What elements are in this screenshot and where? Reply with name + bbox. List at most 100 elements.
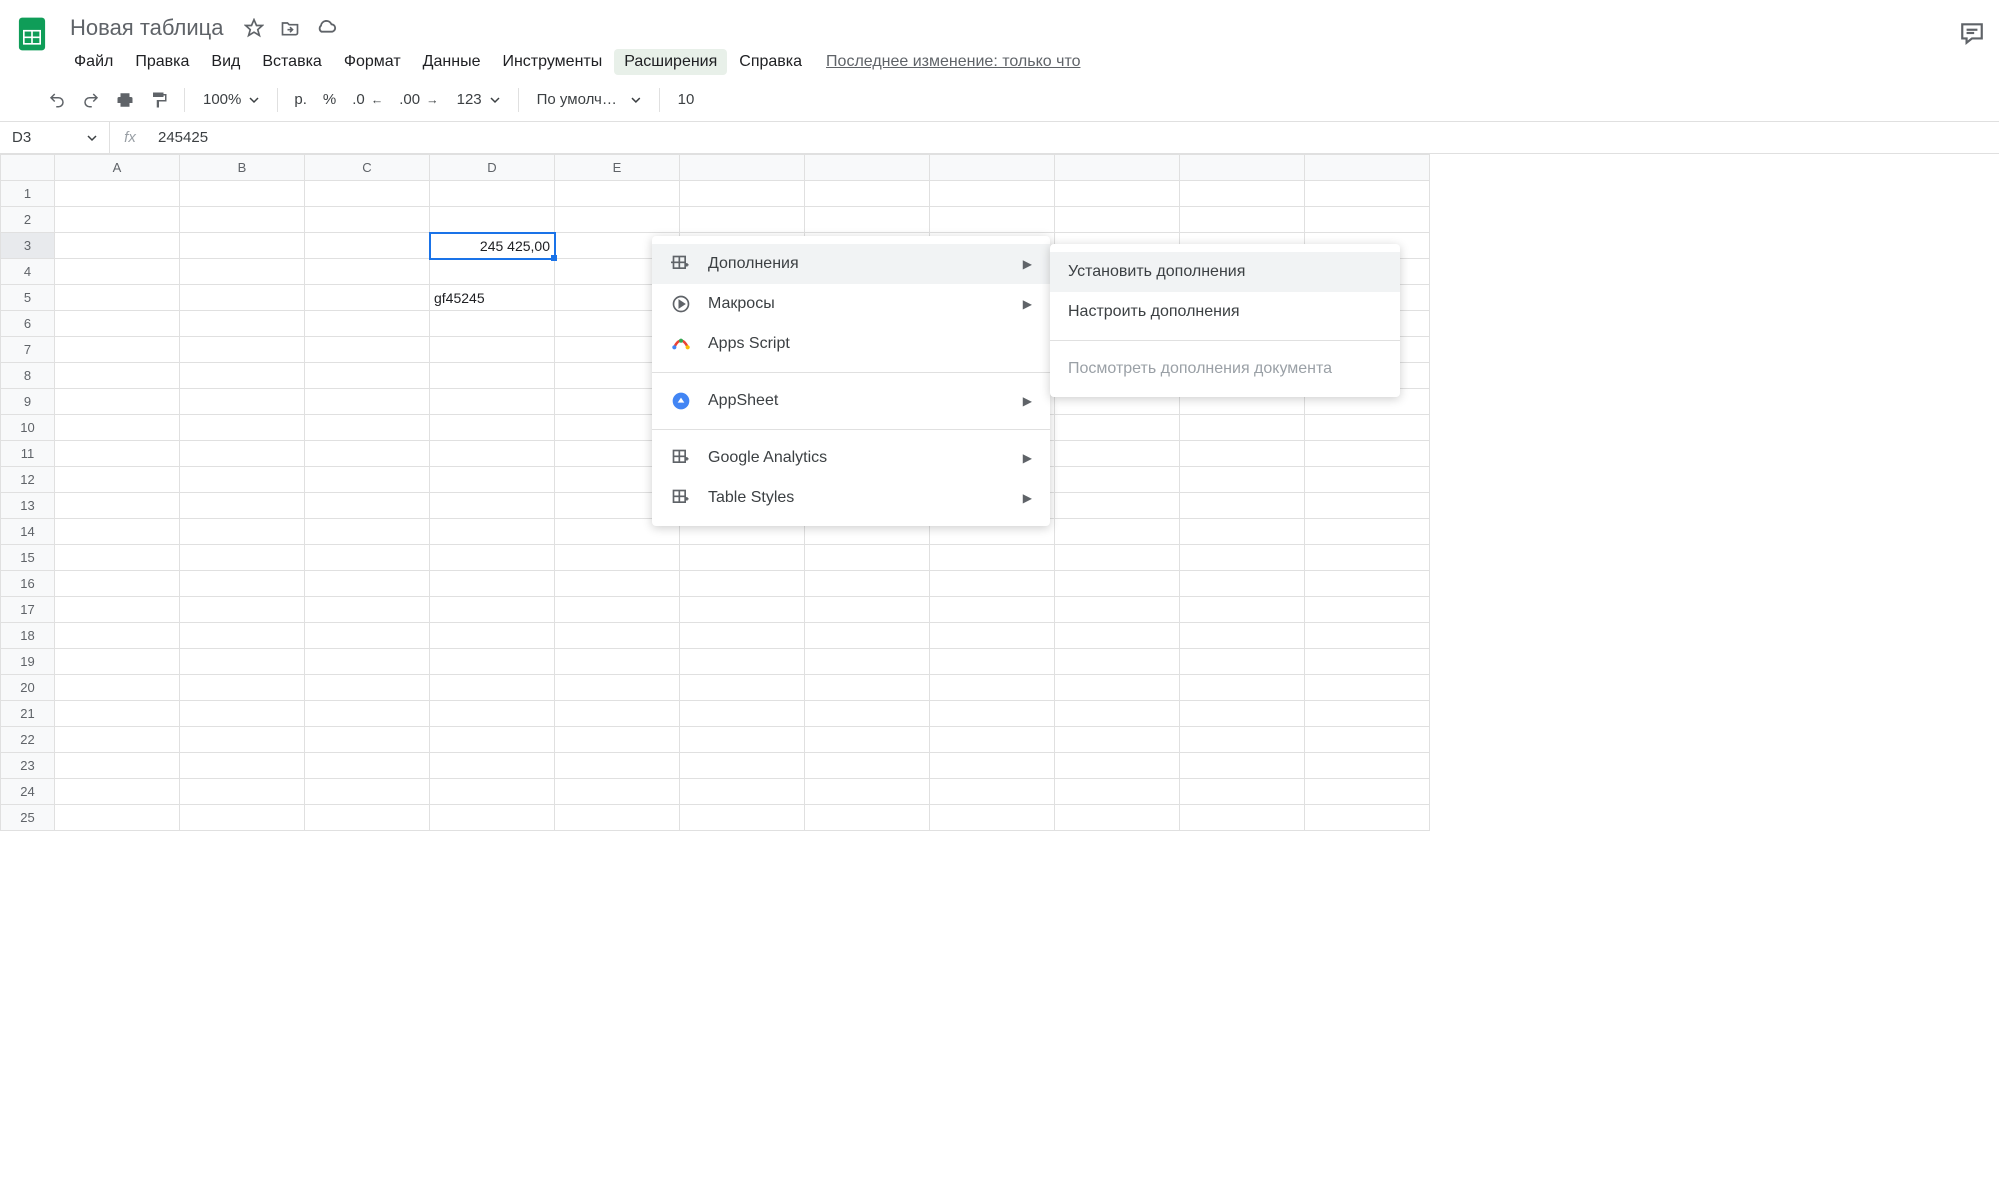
cell-D9[interactable]	[430, 389, 555, 415]
cell-D6[interactable]	[430, 311, 555, 337]
number-format-dropdown[interactable]: 123	[449, 91, 508, 108]
col-header-A[interactable]: A	[55, 155, 180, 181]
cell-A17[interactable]	[55, 597, 180, 623]
undo-button[interactable]	[42, 85, 72, 115]
cell-B11[interactable]	[180, 441, 305, 467]
cell-22[interactable]	[1305, 727, 1430, 753]
cell-21[interactable]	[1180, 701, 1305, 727]
cloud-icon[interactable]	[315, 17, 337, 39]
doc-title[interactable]: Новая таблица	[64, 13, 229, 43]
cell-16[interactable]	[1305, 571, 1430, 597]
cell-A15[interactable]	[55, 545, 180, 571]
cell-D1[interactable]	[430, 181, 555, 207]
cell-A5[interactable]	[55, 285, 180, 311]
cell-C22[interactable]	[305, 727, 430, 753]
cell-A8[interactable]	[55, 363, 180, 389]
cell-2[interactable]	[805, 207, 930, 233]
cell-22[interactable]	[930, 727, 1055, 753]
cell-D18[interactable]	[430, 623, 555, 649]
cell-A7[interactable]	[55, 337, 180, 363]
cell-19[interactable]	[1180, 649, 1305, 675]
cell-D25[interactable]	[430, 805, 555, 831]
cell-24[interactable]	[1305, 779, 1430, 805]
percent-format-button[interactable]: %	[317, 91, 342, 108]
cell-1[interactable]	[680, 181, 805, 207]
cell-19[interactable]	[1305, 649, 1430, 675]
row-header-11[interactable]: 11	[1, 441, 55, 467]
cell-E17[interactable]	[555, 597, 680, 623]
cell-A6[interactable]	[55, 311, 180, 337]
row-header-15[interactable]: 15	[1, 545, 55, 571]
cell-A10[interactable]	[55, 415, 180, 441]
menu-расширения[interactable]: Расширения	[614, 49, 727, 75]
cell-13[interactable]	[1180, 493, 1305, 519]
cell-18[interactable]	[1305, 623, 1430, 649]
cell-B20[interactable]	[180, 675, 305, 701]
menu-справка[interactable]: Справка	[729, 49, 812, 75]
cell-24[interactable]	[680, 779, 805, 805]
cell-A13[interactable]	[55, 493, 180, 519]
cell-D21[interactable]	[430, 701, 555, 727]
cell-D7[interactable]	[430, 337, 555, 363]
cell-C1[interactable]	[305, 181, 430, 207]
cell-C8[interactable]	[305, 363, 430, 389]
cell-A4[interactable]	[55, 259, 180, 285]
cell-B13[interactable]	[180, 493, 305, 519]
menu-item-apps-script[interactable]: Apps Script	[652, 324, 1050, 364]
cell-10[interactable]	[1180, 415, 1305, 441]
cell-16[interactable]	[680, 571, 805, 597]
cell-A21[interactable]	[55, 701, 180, 727]
row-header-2[interactable]: 2	[1, 207, 55, 233]
cell-C9[interactable]	[305, 389, 430, 415]
cell-21[interactable]	[1055, 701, 1180, 727]
select-all-corner[interactable]	[1, 155, 55, 181]
cell-D16[interactable]	[430, 571, 555, 597]
col-header-C[interactable]: C	[305, 155, 430, 181]
cell-A23[interactable]	[55, 753, 180, 779]
cell-23[interactable]	[1305, 753, 1430, 779]
cell-16[interactable]	[930, 571, 1055, 597]
cell-A1[interactable]	[55, 181, 180, 207]
cell-24[interactable]	[1180, 779, 1305, 805]
cell-B23[interactable]	[180, 753, 305, 779]
star-icon[interactable]	[243, 17, 265, 39]
cell-22[interactable]	[680, 727, 805, 753]
cell-A20[interactable]	[55, 675, 180, 701]
cell-A18[interactable]	[55, 623, 180, 649]
zoom-dropdown[interactable]: 100%	[195, 91, 267, 108]
cell-C21[interactable]	[305, 701, 430, 727]
cell-B10[interactable]	[180, 415, 305, 441]
menu-item-appsheet[interactable]: AppSheet▶	[652, 381, 1050, 421]
cell-25[interactable]	[680, 805, 805, 831]
cell-21[interactable]	[680, 701, 805, 727]
cell-D2[interactable]	[430, 207, 555, 233]
sheets-logo[interactable]	[12, 14, 52, 54]
cell-13[interactable]	[1305, 493, 1430, 519]
cell-11[interactable]	[1305, 441, 1430, 467]
menu-файл[interactable]: Файл	[64, 49, 123, 75]
menu-вид[interactable]: Вид	[201, 49, 250, 75]
redo-button[interactable]	[76, 85, 106, 115]
cell-E18[interactable]	[555, 623, 680, 649]
cell-15[interactable]	[1305, 545, 1430, 571]
cell-22[interactable]	[1180, 727, 1305, 753]
cell-18[interactable]	[680, 623, 805, 649]
cell-A16[interactable]	[55, 571, 180, 597]
menu-item-настроить-дополнения[interactable]: Настроить дополнения	[1050, 292, 1400, 332]
cell-1[interactable]	[930, 181, 1055, 207]
cell-B16[interactable]	[180, 571, 305, 597]
cell-B1[interactable]	[180, 181, 305, 207]
cell-D10[interactable]	[430, 415, 555, 441]
font-size-dropdown[interactable]: 10	[670, 91, 703, 108]
cell-B12[interactable]	[180, 467, 305, 493]
cell-C14[interactable]	[305, 519, 430, 545]
cell-B17[interactable]	[180, 597, 305, 623]
cell-D13[interactable]	[430, 493, 555, 519]
cell-C5[interactable]	[305, 285, 430, 311]
cell-13[interactable]	[1055, 493, 1180, 519]
comments-icon[interactable]	[1959, 20, 1987, 48]
menu-item-table-styles[interactable]: Table Styles▶	[652, 478, 1050, 518]
row-header-3[interactable]: 3	[1, 233, 55, 259]
row-header-16[interactable]: 16	[1, 571, 55, 597]
cell-D17[interactable]	[430, 597, 555, 623]
